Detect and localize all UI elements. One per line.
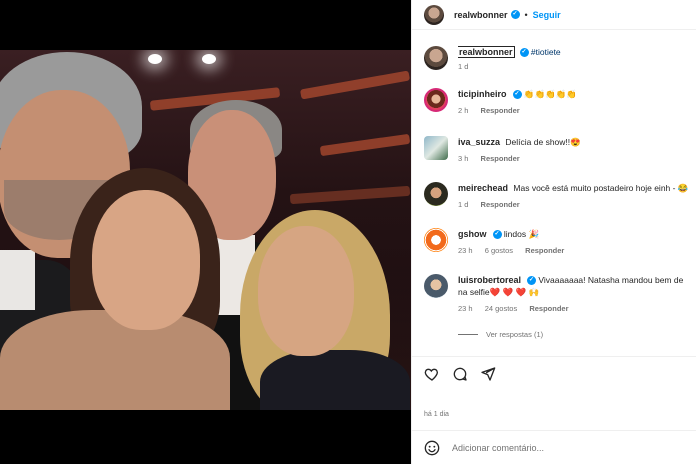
separator-dot: • (524, 9, 528, 20)
stage-decoration (299, 70, 411, 100)
comment-text: 👏👏👏👏👏 (523, 89, 577, 99)
stage-decoration (319, 133, 411, 157)
gshow-avatar-icon[interactable] (424, 228, 448, 252)
share-icon[interactable] (480, 366, 496, 382)
verified-badge-icon: ✓ (527, 276, 537, 286)
caption-time: 1 d (458, 62, 469, 71)
emoji-icon[interactable] (424, 440, 440, 456)
add-comment-input[interactable] (452, 443, 652, 453)
stage-light (202, 54, 216, 64)
post-photo[interactable] (0, 50, 411, 410)
comment-username[interactable]: meirechead (458, 183, 508, 193)
comment-time: 23 h (458, 246, 473, 255)
comment-time: 1 d (458, 200, 469, 209)
comment-item: iva_suzza Delícia de show!!😍 3 h Respond… (424, 136, 696, 163)
reply-button[interactable]: Responder (525, 246, 564, 255)
verified-badge-icon: ✓ (512, 90, 522, 100)
iva-avatar-icon[interactable] (424, 136, 448, 160)
comment-likes[interactable]: 24 gostos (485, 304, 518, 313)
reply-button[interactable]: Responder (481, 106, 520, 115)
author-username[interactable]: realwbonner (454, 10, 508, 20)
comment-text: Delícia de show!!😍 (505, 137, 581, 147)
instagram-post-view: realwbonner ✓ • Seguir realwbonner ✓ #tio… (0, 0, 696, 464)
comment-time: 2 h (458, 106, 469, 115)
comments-list[interactable]: realwbonner ✓ #tiotiete 1 d ticipinheiro ✓… (412, 38, 696, 350)
comment-time: 23 h (458, 304, 473, 313)
reply-button[interactable]: Responder (481, 154, 520, 163)
author-avatar[interactable] (424, 4, 444, 25)
post-time-ago: há 1 dia (424, 411, 449, 418)
post-actions (424, 366, 496, 382)
divider (412, 430, 696, 431)
view-replies-label: Ver respostas (1) (486, 330, 544, 339)
reply-button[interactable]: Responder (529, 304, 568, 313)
divider (412, 356, 696, 357)
caption-hashtag[interactable]: #tiotiete (531, 47, 561, 57)
post-media (0, 0, 411, 464)
comment-item: luisrobertoreal ✓ Vivaaaaaaa! Natasha man… (424, 274, 696, 313)
heart-icon[interactable] (424, 366, 440, 382)
comment-username[interactable]: iva_suzza (458, 137, 500, 147)
view-replies-button[interactable]: Ver respostas (1) (458, 330, 543, 339)
comment-likes[interactable]: 6 gostos (485, 246, 513, 255)
post-caption: realwbonner ✓ #tiotiete 1 d (424, 46, 696, 71)
verified-badge-icon: ✓ (510, 10, 520, 19)
comment-text: Vivaaaaaaa! Natasha mandou bem de (538, 275, 684, 285)
post-header: realwbonner ✓ • Seguir (412, 0, 696, 30)
comment-item: meirechead Mas você está muito postadeir… (424, 182, 696, 209)
stage-light (148, 54, 162, 64)
luis-avatar-icon[interactable] (424, 274, 448, 298)
stage-decoration (289, 185, 411, 205)
comment-username[interactable]: gshow (458, 229, 487, 239)
comment-text-line-2: na selfie❤️ ❤️ ❤️ 🙌 (458, 287, 540, 297)
comment-text: lindos 🎉 (503, 229, 540, 239)
post-side-panel: realwbonner ✓ • Seguir realwbonner ✓ #tio… (411, 0, 696, 464)
comment-item: gshow ✓ lindos 🎉 23 h 6 gostos Responder (424, 228, 696, 255)
caption-avatar[interactable] (424, 46, 448, 70)
follow-button[interactable]: Seguir (533, 10, 561, 20)
meire-avatar-icon[interactable] (424, 182, 448, 206)
reply-button[interactable]: Responder (481, 200, 520, 209)
divider-line (458, 334, 478, 335)
comment-icon[interactable] (452, 366, 468, 382)
verified-badge-icon: ✓ (519, 48, 529, 58)
tici-avatar-icon[interactable] (424, 88, 448, 112)
verified-badge-icon: ✓ (492, 230, 502, 240)
comment-time: 3 h (458, 154, 469, 163)
comment-username[interactable]: luisrobertoreal (458, 275, 521, 285)
comment-item: ticipinheiro ✓ 👏👏👏👏👏 2 h Responder (424, 88, 696, 115)
add-comment-bar (424, 440, 652, 456)
caption-username[interactable]: realwbonner (458, 46, 515, 58)
comment-text: Mas você está muito postadeiro hoje einh… (513, 183, 689, 193)
comment-username[interactable]: ticipinheiro (458, 89, 507, 99)
